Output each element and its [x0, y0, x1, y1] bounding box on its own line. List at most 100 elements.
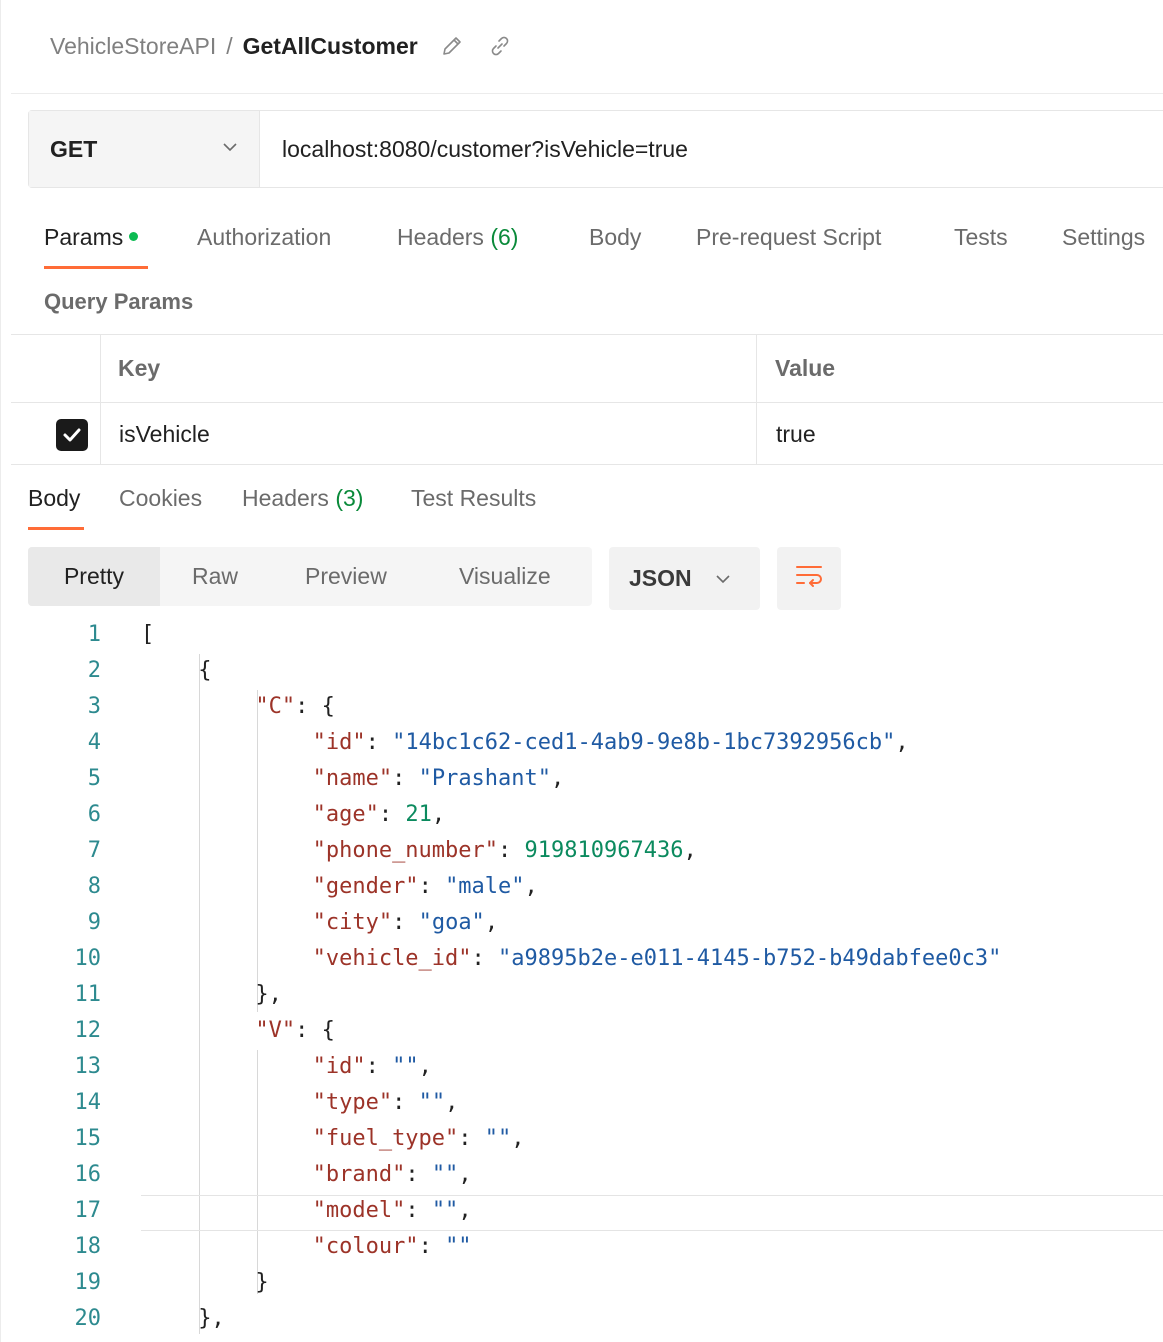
response-tab-headers-count: (3) [335, 485, 364, 511]
tab-params[interactable]: Params [44, 224, 139, 251]
code-line: 1[ [1, 618, 1163, 654]
code-text: }, [198, 1306, 225, 1331]
json-key: "gender" [312, 874, 419, 899]
code-text: "C": { [255, 694, 335, 719]
code-line: 16 "brand": "", [1, 1158, 1163, 1194]
code-text: } [255, 1270, 268, 1295]
view-visualize-button[interactable]: Visualize [459, 547, 551, 606]
line-number: 5 [87, 766, 101, 791]
json-punctuation: } [255, 1270, 269, 1295]
json-punctuation: , [511, 1126, 525, 1151]
url-input[interactable]: localhost:8080/customer?isVehicle=true [260, 111, 1163, 187]
param-value-cell[interactable]: true [776, 421, 816, 448]
json-key: "id" [312, 1054, 366, 1079]
json-punctuation: : [498, 838, 525, 863]
view-mode-group: Pretty Raw Preview Visualize [28, 547, 592, 606]
line-number: 20 [74, 1306, 102, 1331]
format-label: JSON [629, 565, 692, 591]
tab-headers-count: (6) [490, 224, 519, 250]
json-punctuation: }, [255, 982, 282, 1007]
json-number: 21 [405, 802, 432, 827]
code-line: 12 "V": { [1, 1014, 1163, 1050]
line-number: 6 [87, 802, 101, 827]
json-punctuation: : { [295, 694, 335, 719]
json-string: "" [418, 1090, 446, 1115]
param-enabled-checkbox[interactable] [56, 419, 88, 451]
view-pretty-button[interactable]: Pretty [28, 547, 160, 606]
json-string: "" [445, 1234, 472, 1259]
json-punctuation: : [392, 910, 419, 935]
json-punctuation: , [683, 838, 697, 863]
link-icon[interactable] [486, 32, 514, 60]
line-number: 7 [87, 838, 101, 863]
code-text: "vehicle_id": "a9895b2e-e011-4145-b752-b… [313, 946, 1002, 971]
tab-headers[interactable]: Headers (6) [397, 224, 518, 251]
json-punctuation: , [431, 802, 446, 827]
code-text: [ [141, 622, 154, 647]
json-key: "fuel_type" [312, 1126, 459, 1151]
line-number: 18 [74, 1234, 102, 1259]
response-body-code[interactable]: 1[2{3 "C": {4 "id": "14bc1c62-ced1-4ab9-9e… [1, 618, 1163, 1342]
tab-settings[interactable]: Settings [1062, 224, 1145, 251]
param-key-cell[interactable]: isVehicle [119, 421, 210, 448]
code-line: 15 "fuel_type": "", [1, 1122, 1163, 1158]
wrap-lines-button[interactable] [777, 547, 841, 610]
json-string: "" [392, 1054, 419, 1079]
code-text: { [198, 658, 211, 683]
json-key: "id" [312, 730, 366, 755]
json-punctuation: : [405, 1198, 432, 1223]
json-punctuation: : { [295, 1018, 335, 1043]
tab-body[interactable]: Body [589, 224, 641, 251]
tab-authorization[interactable]: Authorization [197, 224, 331, 251]
json-punctuation: : [392, 766, 419, 791]
code-text: "name": "Prashant", [313, 766, 565, 791]
line-number: 17 [74, 1198, 102, 1223]
code-text: "colour": "" [313, 1234, 472, 1259]
row-divider [11, 402, 1163, 403]
json-string: "a9895b2e-e011-4145-b752-b49dabfee0c3" [498, 946, 1002, 971]
tab-prerequest-script[interactable]: Pre-request Script [696, 224, 881, 251]
format-select[interactable]: JSON [609, 547, 760, 610]
tab-params-label: Params [44, 224, 124, 250]
json-string: "male" [445, 874, 525, 899]
method-label: GET [50, 135, 98, 162]
response-tab-cookies[interactable]: Cookies [119, 485, 202, 512]
json-string: "" [431, 1198, 459, 1223]
code-line: 11}, [1, 978, 1163, 1014]
column-divider [756, 335, 757, 464]
json-key: "V" [255, 1018, 296, 1043]
code-text: "brand": "", [313, 1162, 472, 1187]
code-text: "V": { [255, 1018, 335, 1043]
pencil-icon[interactable] [438, 32, 466, 60]
method-select[interactable]: GET [29, 111, 260, 187]
json-punctuation: : [418, 1234, 446, 1259]
code-text: "city": "goa", [313, 910, 498, 935]
view-raw-button[interactable]: Raw [192, 547, 238, 606]
active-dot-icon [129, 232, 139, 242]
view-preview-button[interactable]: Preview [305, 547, 387, 606]
json-punctuation: : [418, 874, 446, 899]
postman-request-view: VehicleStoreAPI / GetAllCustomer GET loc… [0, 0, 1163, 1342]
code-line: 3 "C": { [1, 690, 1163, 726]
line-number: 11 [74, 982, 102, 1007]
json-string: "Prashant" [418, 766, 552, 791]
tab-tests[interactable]: Tests [954, 224, 1008, 251]
breadcrumb-separator: / [226, 32, 233, 59]
request-name[interactable]: GetAllCustomer [243, 33, 418, 60]
code-text: "fuel_type": "", [313, 1126, 525, 1151]
breadcrumb-collection[interactable]: VehicleStoreAPI [50, 33, 216, 60]
response-tab-headers[interactable]: Headers (3) [242, 485, 363, 512]
json-punctuation: , [458, 1162, 472, 1187]
response-tab-test-results[interactable]: Test Results [411, 485, 536, 512]
header-divider [11, 93, 1163, 94]
code-text: "model": "", [313, 1198, 472, 1223]
json-punctuation: : [365, 1054, 393, 1079]
line-number: 1 [87, 622, 101, 647]
response-tab-body[interactable]: Body [28, 485, 80, 512]
code-text: }, [255, 982, 282, 1007]
code-text: "gender": "male", [313, 874, 538, 899]
wrap-lines-icon [793, 562, 825, 595]
query-params-title: Query Params [44, 289, 194, 314]
json-punctuation: , [551, 766, 565, 791]
code-line: 8 "gender": "male", [1, 870, 1163, 906]
